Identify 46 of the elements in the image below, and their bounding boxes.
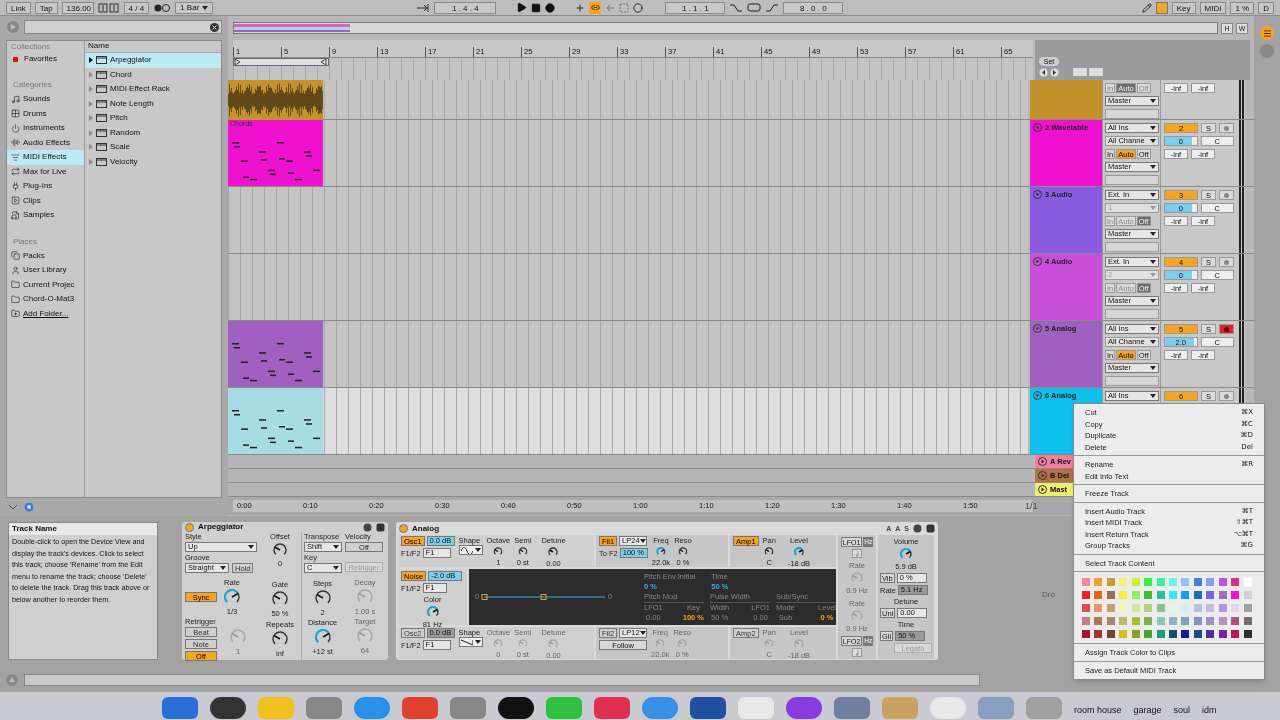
place-item[interactable]: User Library (7, 263, 84, 278)
device-title: Arpeggiator (198, 522, 244, 532)
browser-item[interactable]: Velocity (85, 154, 221, 169)
folder-label[interactable]: garage (1133, 705, 1162, 715)
category-item[interactable]: MIDI Effects (7, 150, 84, 165)
time-signature-field[interactable]: 4 / 4 (123, 1, 150, 14)
browser-item[interactable]: Random (85, 125, 221, 140)
category-item[interactable]: Sounds (7, 92, 84, 107)
place-item[interactable]: Packs (7, 248, 84, 263)
browser-item[interactable]: MIDI Effect Rack (85, 82, 221, 97)
category-item[interactable]: Samples (7, 208, 84, 223)
midi-map-button[interactable]: MIDI (1199, 1, 1227, 14)
folder-label[interactable]: soul (1173, 705, 1191, 715)
place-item[interactable]: Current Projec (7, 277, 84, 292)
browser-item[interactable]: Pitch (85, 111, 221, 126)
category-item[interactable]: Plug-Ins (7, 179, 84, 194)
drop-hint: Dro (1042, 590, 1055, 600)
category-item[interactable]: Max for Live (7, 164, 84, 179)
folder-label[interactable]: idm (1202, 705, 1217, 715)
quantize-dropdown[interactable]: 1 Bar (175, 1, 214, 14)
folder-label[interactable]: room house (1074, 705, 1122, 715)
section-heading: Categories (12, 80, 53, 90)
section-heading: Places (12, 236, 38, 247)
browser-item[interactable]: Note Length (85, 96, 221, 111)
category-item[interactable]: Instruments (7, 121, 84, 136)
position-field[interactable]: 1 . 4 . 4 (434, 1, 497, 14)
device-title: Analog (412, 523, 440, 534)
place-item[interactable]: Chord-O-Mat3 (7, 292, 84, 307)
disk-button[interactable]: D (1258, 1, 1274, 14)
category-item[interactable]: Clips (7, 193, 84, 208)
browser-item[interactable]: Chord (85, 67, 221, 82)
place-item[interactable]: Add Folder... (7, 306, 84, 321)
collection-item[interactable]: Favorites (7, 52, 84, 66)
category-item[interactable]: Drums (7, 106, 84, 121)
tempo-field[interactable]: 136.00 (61, 1, 94, 14)
loop-length-field[interactable]: 8 . 0 . 0 (783, 1, 844, 14)
key-map-button[interactable]: Key (1171, 1, 1196, 14)
browser-item[interactable]: Arpeggiator (85, 53, 221, 68)
tap-button[interactable]: Tap (34, 1, 58, 14)
cpu-meter: 1 % (1230, 1, 1255, 14)
loop-start-field[interactable]: 1 . 1 . 1 (665, 1, 726, 14)
browser-item[interactable]: Scale (85, 140, 221, 155)
section-heading: Collections (10, 42, 52, 52)
info-title: Track Name (9, 523, 157, 535)
link-button[interactable]: Link (6, 1, 31, 14)
category-item[interactable]: Audio Effects (7, 135, 84, 150)
